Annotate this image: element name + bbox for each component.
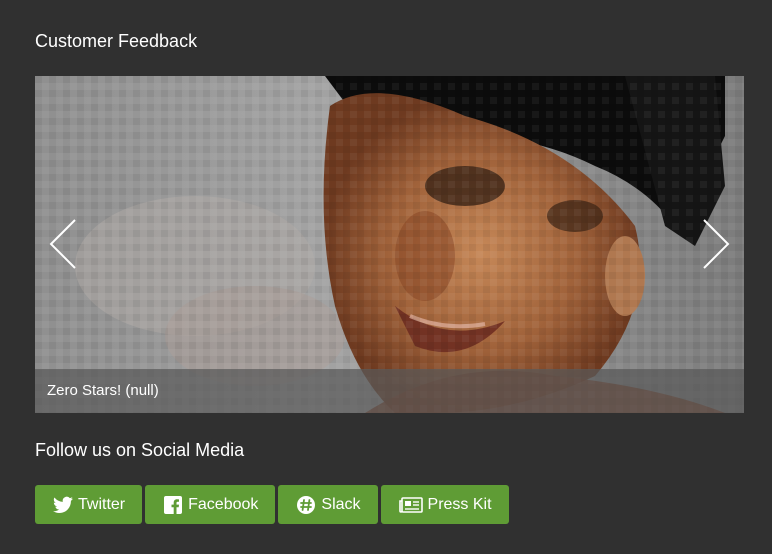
twitter-button[interactable]: Twitter (35, 485, 143, 524)
portrait-image (35, 76, 744, 413)
social-buttons: Twitter Facebook Slack Press Kit (35, 485, 509, 524)
chevron-right-icon (703, 219, 730, 269)
facebook-label: Facebook (188, 495, 259, 513)
twitter-bird-icon (53, 495, 73, 515)
social-media-heading: Follow us on Social Media (35, 440, 245, 460)
facebook-icon (163, 495, 183, 515)
facebook-button[interactable]: Facebook (145, 485, 276, 524)
feedback-carousel: Zero Stars! (null) (35, 76, 744, 413)
press-kit-label: Press Kit (427, 495, 492, 513)
carousel-next-button[interactable] (696, 216, 732, 272)
customer-feedback-heading: Customer Feedback (35, 31, 198, 51)
newspaper-icon (398, 495, 423, 515)
slack-label: Slack (321, 495, 361, 513)
page: Customer Feedback Zero Stars! (null) Fol… (0, 0, 772, 554)
press-kit-button[interactable]: Press Kit (380, 485, 509, 524)
carousel-prev-button[interactable] (47, 216, 83, 272)
carousel-caption: Zero Stars! (null) (35, 369, 744, 413)
twitter-label: Twitter (78, 495, 126, 513)
slack-icon (296, 495, 316, 515)
slack-button[interactable]: Slack (278, 485, 378, 524)
caption-text: Zero Stars! (null) (47, 382, 159, 399)
chevron-left-icon (49, 219, 76, 269)
